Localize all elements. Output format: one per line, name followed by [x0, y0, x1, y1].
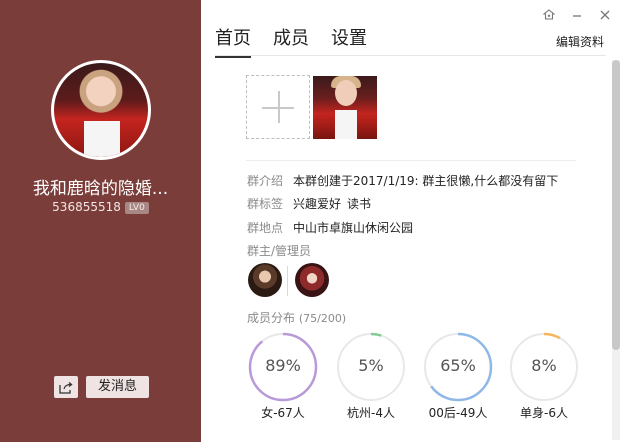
group-photo[interactable] — [313, 76, 377, 139]
stat-percent: 65% — [440, 356, 476, 375]
group-avatar[interactable] — [51, 60, 151, 160]
stat-label: 女-67人 — [261, 406, 305, 420]
window-controls — [542, 8, 612, 22]
pin-icon[interactable] — [542, 8, 556, 22]
members-count: (75/200) — [298, 312, 347, 325]
tab-settings[interactable]: 设置 — [331, 24, 367, 58]
share-icon — [59, 381, 73, 394]
admin-separator — [287, 266, 288, 296]
stat-percent: 89% — [265, 356, 301, 375]
stat-gender[interactable]: 89% 女-67人 — [248, 332, 318, 420]
admins-title: 群主/管理员 — [247, 244, 312, 258]
intro-row: 群介绍 本群创建于2017/1/19: 群主很懒,什么都没有留下 — [247, 172, 558, 189]
tag-item[interactable]: 兴趣爱好 — [293, 195, 341, 212]
tab-bar: 首页 成员 设置 — [215, 24, 367, 58]
stat-label: 杭州-4人 — [347, 406, 395, 420]
location-label: 群地点 — [247, 221, 284, 235]
group-name: 我和鹿晗的隐婚... — [32, 179, 169, 199]
members-title-text: 成员分布 — [247, 311, 296, 325]
stat-percent: 5% — [358, 356, 384, 375]
intro-label: 群介绍 — [247, 174, 284, 188]
stat-age[interactable]: 65% 00后-49人 — [423, 332, 493, 420]
scrollbar-thumb[interactable] — [612, 60, 620, 350]
add-photo-button[interactable] — [246, 75, 310, 139]
level-badge: LV0 — [124, 202, 149, 214]
location-value: 中山市卓旗山休闲公园 — [293, 221, 414, 235]
send-message-button[interactable]: 发消息 — [86, 376, 149, 398]
group-id: 536855518 — [52, 200, 121, 214]
photo-shirt — [335, 110, 357, 139]
stat-single[interactable]: 8% 单身-6人 — [509, 332, 579, 420]
scrollbar[interactable] — [612, 60, 620, 440]
stat-percent: 8% — [531, 356, 557, 375]
main-panel: 首页 成员 设置 编辑资料 群介绍 本群创建于2017/1/19: 群主很懒,什… — [201, 0, 622, 442]
tags-row: 群标签 兴趣爱好 读书 — [247, 195, 371, 212]
tab-home[interactable]: 首页 — [215, 24, 251, 58]
stat-label: 单身-6人 — [520, 406, 568, 420]
admin-avatar[interactable] — [295, 263, 329, 297]
stat-label: 00后-49人 — [428, 406, 488, 420]
avatar-shirt — [84, 121, 120, 157]
tag-item[interactable]: 读书 — [347, 195, 371, 212]
members-title: 成员分布 (75/200) — [247, 309, 346, 326]
tab-members[interactable]: 成员 — [273, 24, 309, 58]
intro-value: 本群创建于2017/1/19: 群主很懒,什么都没有留下 — [293, 174, 559, 188]
location-row: 群地点 中山市卓旗山休闲公园 — [247, 219, 413, 236]
photo-face — [335, 80, 357, 106]
stat-city[interactable]: 5% 杭州-4人 — [336, 332, 406, 420]
tags-label: 群标签 — [247, 197, 284, 211]
group-profile-sidebar: 我和鹿晗的隐婚... 536855518 LV0 发消息 — [0, 0, 201, 442]
group-id-row: 536855518 LV0 — [0, 200, 201, 214]
tab-divider — [215, 55, 606, 56]
tags-list: 兴趣爱好 读书 — [293, 195, 371, 212]
edit-profile-link[interactable]: 编辑资料 — [556, 33, 604, 50]
section-divider — [246, 160, 576, 161]
owner-avatar[interactable] — [248, 263, 282, 297]
minimize-icon[interactable] — [570, 8, 584, 22]
share-button[interactable] — [54, 376, 78, 398]
close-icon[interactable] — [598, 8, 612, 22]
